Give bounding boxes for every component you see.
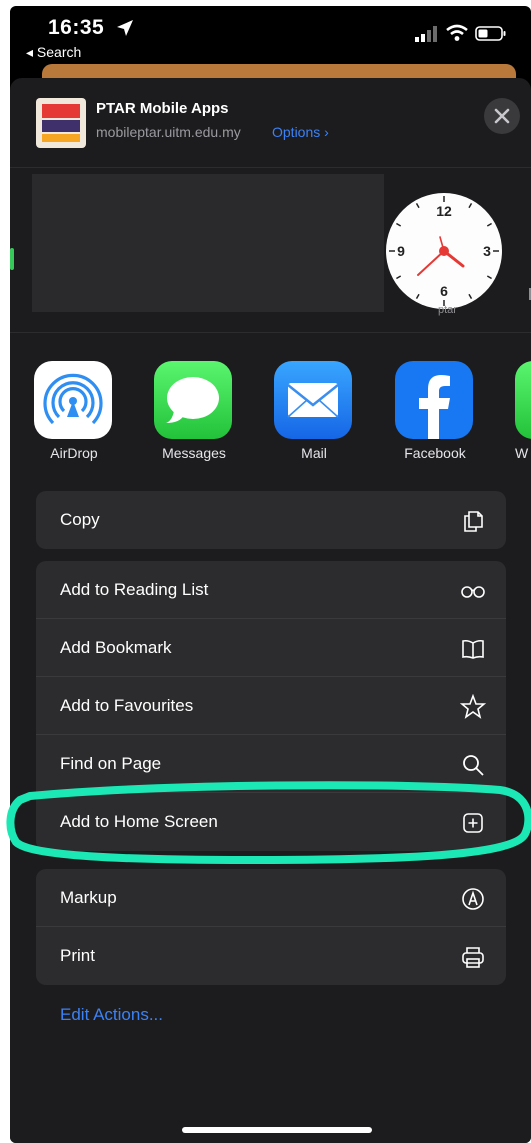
markup-print-group: Markup Print <box>36 869 506 985</box>
clock-number-9: 9 <box>397 243 405 259</box>
plus-square-icon <box>463 813 483 833</box>
location-arrow-icon <box>117 20 133 36</box>
share-url: mobileptar.uitm.edu.my <box>96 124 241 140</box>
clock-icon: 12 3 6 9 <box>386 193 502 309</box>
battery-icon <box>475 26 506 41</box>
airdrop-target-label: ptar <box>438 304 457 316</box>
star-icon <box>460 694 486 719</box>
facebook-icon <box>395 361 473 439</box>
whatsapp-icon <box>515 361 531 439</box>
share-sheet: PTAR Mobile Apps mobileptar.uitm.edu.my … <box>10 78 531 1143</box>
wifi-icon <box>446 24 468 41</box>
action-add-bookmark[interactable]: Add Bookmark <box>36 619 506 677</box>
app-whatsapp-partial[interactable]: W <box>515 361 531 461</box>
options-link[interactable]: Options › <box>272 124 329 140</box>
action-add-favourites[interactable]: Add to Favourites <box>36 677 506 735</box>
action-print[interactable]: Print <box>36 927 506 985</box>
actions-group: Add to Reading List Add Bookmark Add to … <box>36 561 506 851</box>
airdrop-icon <box>34 361 112 439</box>
action-add-reading-list[interactable]: Add to Reading List <box>36 561 506 619</box>
clock-number-12: 12 <box>436 203 452 219</box>
mail-icon <box>274 361 352 439</box>
clock-number-3: 3 <box>483 243 491 259</box>
action-copy-label: Copy <box>60 510 100 529</box>
close-icon <box>494 108 510 124</box>
action-markup[interactable]: Markup <box>36 869 506 927</box>
app-thumbnail <box>36 98 86 148</box>
action-label-find: Find on Page <box>60 754 162 773</box>
status-time: 16:35 <box>48 16 105 39</box>
action-label-reading-list: Add to Reading List <box>60 580 209 599</box>
airdrop-people-row: 12 3 6 9 ptar <box>10 168 531 333</box>
copy-group: Copy <box>36 491 506 549</box>
app-mail[interactable]: Mail <box>274 361 354 461</box>
markup-pen-icon <box>462 888 484 910</box>
airdrop-person-card[interactable] <box>32 174 384 312</box>
edit-actions-link[interactable]: Edit Actions... <box>60 1005 163 1025</box>
app-label-messages: Messages <box>162 445 226 461</box>
action-copy[interactable]: Copy <box>36 491 506 549</box>
action-add-home-screen[interactable]: Add to Home Screen <box>36 793 506 851</box>
back-to-search-link[interactable]: ◂ Search <box>26 44 81 61</box>
action-label-markup: Markup <box>60 888 117 907</box>
share-header: PTAR Mobile Apps mobileptar.uitm.edu.my … <box>10 78 531 168</box>
phone-screen: 16:35 ◂ Search PTAR Mobile Apps mobilept… <box>10 6 531 1143</box>
action-label-home-screen: Add to Home Screen <box>60 812 218 831</box>
action-label-print: Print <box>60 946 95 965</box>
messages-icon <box>154 361 232 439</box>
share-title: PTAR Mobile Apps <box>96 100 229 117</box>
action-find-on-page[interactable]: Find on Page <box>36 735 506 793</box>
app-facebook[interactable]: Facebook <box>395 361 475 461</box>
app-label-facebook: Facebook <box>404 445 466 461</box>
clock-number-6: 6 <box>440 283 448 299</box>
book-icon <box>462 639 484 659</box>
cellular-signal-icon <box>415 26 437 42</box>
app-label-airdrop: AirDrop <box>50 445 98 461</box>
app-messages[interactable]: Messages <box>154 361 234 461</box>
partial-contact <box>10 248 14 270</box>
glasses-icon <box>461 586 485 598</box>
search-icon <box>463 755 484 776</box>
home-indicator <box>182 1127 372 1133</box>
close-button[interactable] <box>484 98 520 134</box>
share-apps-row: AirDrop Messages Mail Facebook W <box>10 333 531 473</box>
app-label-whatsapp: W <box>515 445 529 461</box>
printer-icon <box>462 947 484 968</box>
app-airdrop[interactable]: AirDrop <box>34 361 114 461</box>
app-label-mail: Mail <box>301 445 327 461</box>
action-label-favourites: Add to Favourites <box>60 696 194 715</box>
action-label-bookmark: Add Bookmark <box>60 638 172 657</box>
airdrop-target-clock[interactable]: 12 3 6 9 <box>385 192 503 310</box>
copy-icon <box>464 511 483 532</box>
